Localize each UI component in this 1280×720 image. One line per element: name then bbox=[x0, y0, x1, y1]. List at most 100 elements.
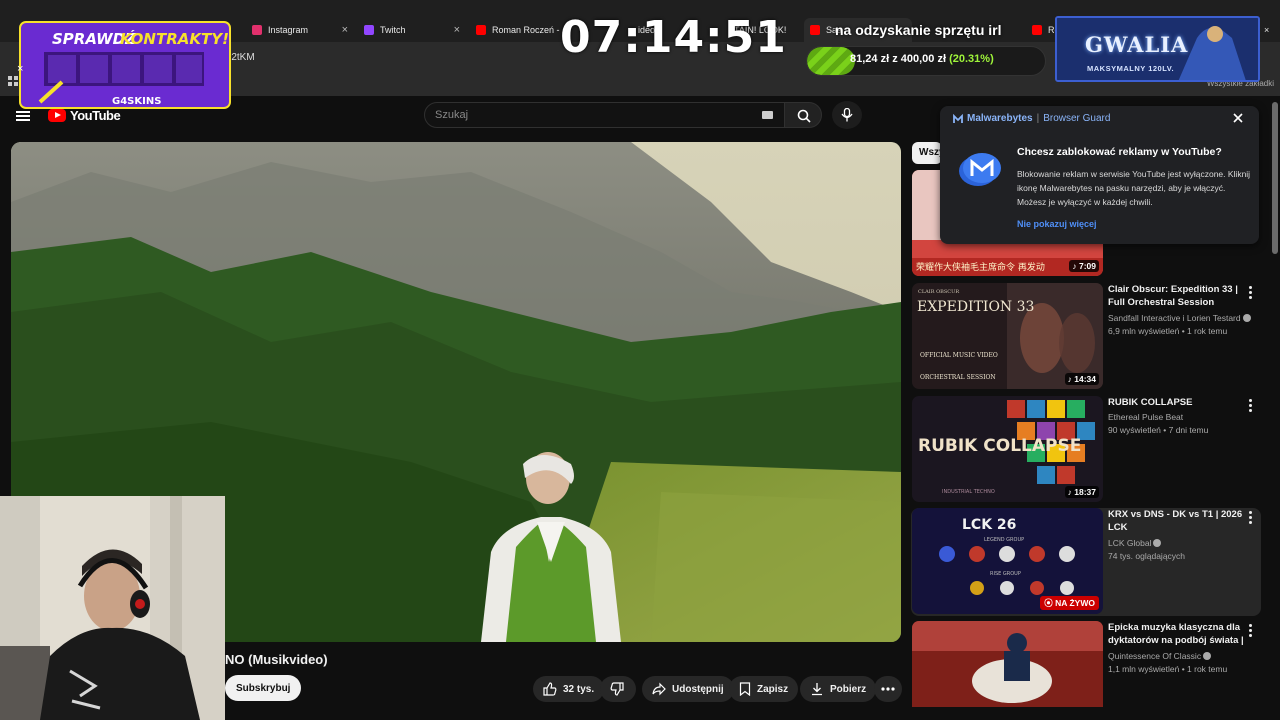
recommendation-card[interactable]: RUBIK COLLAPSE INDUSTRIAL TECHNO ♪ 18:37… bbox=[911, 396, 1261, 504]
youtube-favicon-icon bbox=[810, 25, 820, 35]
hamburger-menu-icon[interactable] bbox=[16, 111, 30, 121]
video-title: NO (Musikvideo) bbox=[225, 652, 328, 667]
tab-youtube-1[interactable]: Roman Roczeń - bbox=[470, 18, 570, 42]
twitch-icon bbox=[364, 25, 374, 35]
thumbnail-art bbox=[912, 621, 1103, 707]
youtube-favicon-icon bbox=[1032, 25, 1042, 35]
save-label: Zapisz bbox=[757, 683, 789, 695]
popup-header: Malwarebytes | Browser Guard bbox=[953, 113, 1110, 124]
dislike-button[interactable] bbox=[600, 676, 636, 702]
video-meta: 1,1 mln wyświetleń • 1 rok temu bbox=[1108, 664, 1228, 674]
close-icon[interactable] bbox=[1231, 111, 1245, 125]
instagram-icon bbox=[252, 25, 262, 35]
duration-text: 18:37 bbox=[1074, 487, 1096, 497]
popup-product: Browser Guard bbox=[1043, 113, 1111, 124]
tab-label: Twitch bbox=[380, 25, 406, 35]
download-icon bbox=[812, 683, 822, 696]
channel-name[interactable]: Sandfall Interactive i Lorien Testard bbox=[1108, 313, 1251, 323]
channel-name[interactable]: Ethereal Pulse Beat bbox=[1108, 412, 1183, 422]
more-actions-button[interactable] bbox=[874, 676, 902, 702]
webcam-frame bbox=[0, 496, 225, 720]
url-text[interactable]: r2tKM bbox=[228, 52, 255, 63]
video-meta: 74 tys. oglądających bbox=[1108, 551, 1186, 561]
sponsor-title: GWALIA bbox=[1085, 32, 1189, 57]
microphone-icon bbox=[841, 108, 853, 122]
goal-target: 400,00 zł bbox=[900, 53, 947, 65]
dont-show-again-link[interactable]: Nie pokazuj więcej bbox=[1017, 219, 1097, 229]
donation-goal-text: 81,24 zł z 400,00 zł (20.31%) bbox=[850, 53, 994, 65]
close-tab-icon[interactable]: × bbox=[342, 24, 348, 36]
thumbnail-caption-sub: OFFICIAL MUSIC VIDEO bbox=[920, 352, 998, 359]
stream-clock: 07:14:51 bbox=[560, 12, 787, 63]
page-scrollbar[interactable] bbox=[1270, 96, 1280, 720]
thumbnail-caption-sub: INDUSTRIAL TECHNO bbox=[942, 489, 995, 495]
tab-label: Instagram bbox=[268, 25, 309, 35]
download-button[interactable]: Pobierz bbox=[800, 676, 877, 702]
duration-badge: ♪ 14:34 bbox=[1064, 373, 1099, 385]
recommendation-card[interactable]: Epicka muzyka klasyczna dla dyktatorów n… bbox=[911, 621, 1261, 707]
save-button[interactable]: Zapisz bbox=[729, 676, 799, 702]
video-card-title[interactable]: Clair Obscur: Expedition 33 | Full Orche… bbox=[1108, 283, 1246, 309]
close-tab-icon[interactable]: × bbox=[454, 24, 460, 36]
popup-title: Chcesz zablokować reklamy w YouTube? bbox=[1017, 146, 1222, 158]
channel-name[interactable]: LCK Global bbox=[1108, 538, 1162, 548]
thumbs-up-icon bbox=[543, 682, 557, 696]
video-thumbnail: CLAIR OBSCUR EXPEDITION 33 OFFICIAL MUSI… bbox=[912, 283, 1103, 389]
more-options-icon[interactable] bbox=[1249, 511, 1253, 526]
youtube-logo-text: YouTube bbox=[70, 108, 121, 123]
recommendation-card[interactable]: CLAIR OBSCUR EXPEDITION 33 OFFICIAL MUSI… bbox=[911, 283, 1261, 391]
voice-search-button[interactable] bbox=[832, 101, 862, 129]
search-input[interactable] bbox=[425, 103, 745, 127]
thumbnail-caption-sub2: RISE GROUP bbox=[990, 571, 1021, 577]
donation-goal-label: na odzyskanie sprzętu irl bbox=[835, 22, 1002, 38]
share-button[interactable]: Udostępnij bbox=[642, 676, 734, 702]
verified-icon bbox=[1153, 539, 1162, 547]
thumbs-down-icon bbox=[610, 682, 624, 696]
tab-twitch[interactable]: Twitch × bbox=[358, 18, 466, 42]
more-options-icon[interactable] bbox=[1249, 624, 1253, 639]
thumbnail-caption: 荣耀作大侠袖毛主席命令 再发动 bbox=[916, 261, 1045, 273]
more-options-icon[interactable] bbox=[1249, 286, 1253, 301]
video-card-title[interactable]: Epicka muzyka klasyczna dla dyktatorów n… bbox=[1108, 621, 1246, 647]
youtube-play-icon bbox=[48, 109, 66, 122]
share-label: Udostępnij bbox=[672, 683, 724, 695]
youtube-favicon-icon bbox=[476, 25, 486, 35]
like-button[interactable]: 32 tys. bbox=[533, 676, 605, 702]
channel-name[interactable]: Quintessence Of Classic bbox=[1108, 651, 1212, 661]
youtube-logo[interactable]: YouTube bbox=[48, 108, 121, 123]
share-icon bbox=[652, 682, 666, 696]
search-button[interactable] bbox=[784, 102, 822, 128]
channel-name-text: LCK Global bbox=[1108, 538, 1152, 548]
video-card-title[interactable]: KRX vs DNS - DK vs T1 | 2026 LCK bbox=[1108, 508, 1246, 534]
video-card-title[interactable]: RUBIK COLLAPSE bbox=[1108, 396, 1246, 409]
duration-text: 7:09 bbox=[1078, 261, 1096, 271]
duration-badge: ♪ 7:09 bbox=[1069, 260, 1099, 272]
gwalia-sponsor-banner: GWALIA MAKSYMALNY 120LV. bbox=[1055, 16, 1260, 82]
tab-instagram[interactable]: Instagram × bbox=[246, 18, 354, 42]
download-label: Pobierz bbox=[830, 683, 867, 695]
more-options-icon[interactable] bbox=[1249, 399, 1253, 414]
channel-name-text: Sandfall Interactive i Lorien Testard bbox=[1108, 313, 1241, 323]
thumbnail-caption: RUBIK COLLAPSE bbox=[918, 436, 1081, 456]
thumbnail-caption-sub2: ORCHESTRAL SESSION bbox=[920, 374, 996, 381]
scrollbar-thumb[interactable] bbox=[1272, 102, 1278, 254]
video-meta: 90 wyświetleń • 7 dni temu bbox=[1108, 425, 1209, 435]
tab-label: Roman Roczeń - bbox=[492, 25, 560, 35]
popup-body: Blokowanie reklam w serwisie YouTube jes… bbox=[1017, 169, 1251, 207]
malwarebytes-logo-icon bbox=[959, 153, 1001, 186]
verified-icon bbox=[1242, 314, 1251, 322]
video-meta: 6,9 mln wyświetleń • 1 rok temu bbox=[1108, 326, 1228, 336]
channel-name-text: Quintessence Of Classic bbox=[1108, 651, 1202, 661]
goal-percent: (20.31%) bbox=[949, 53, 994, 65]
search-icon bbox=[797, 109, 811, 123]
search-box bbox=[424, 102, 786, 128]
recommendation-card-hovered[interactable]: LCK 26 LEGEND GROUP RISE GROUP ⦿ NA ŻYWO… bbox=[911, 508, 1261, 616]
keyboard-icon[interactable] bbox=[762, 111, 773, 119]
verified-icon bbox=[1203, 652, 1212, 660]
filter-chip-all[interactable]: Wszy bbox=[912, 142, 942, 164]
video-thumbnail: LCK 26 LEGEND GROUP RISE GROUP ⦿ NA ŻYWO bbox=[912, 508, 1103, 614]
subscribe-button[interactable]: Subskrybuj bbox=[225, 675, 302, 701]
close-window-icon[interactable]: × bbox=[1258, 18, 1276, 42]
thumbnail-caption: LCK 26 bbox=[962, 517, 1016, 533]
thumbnail-caption: EXPEDITION 33 bbox=[917, 299, 1034, 315]
